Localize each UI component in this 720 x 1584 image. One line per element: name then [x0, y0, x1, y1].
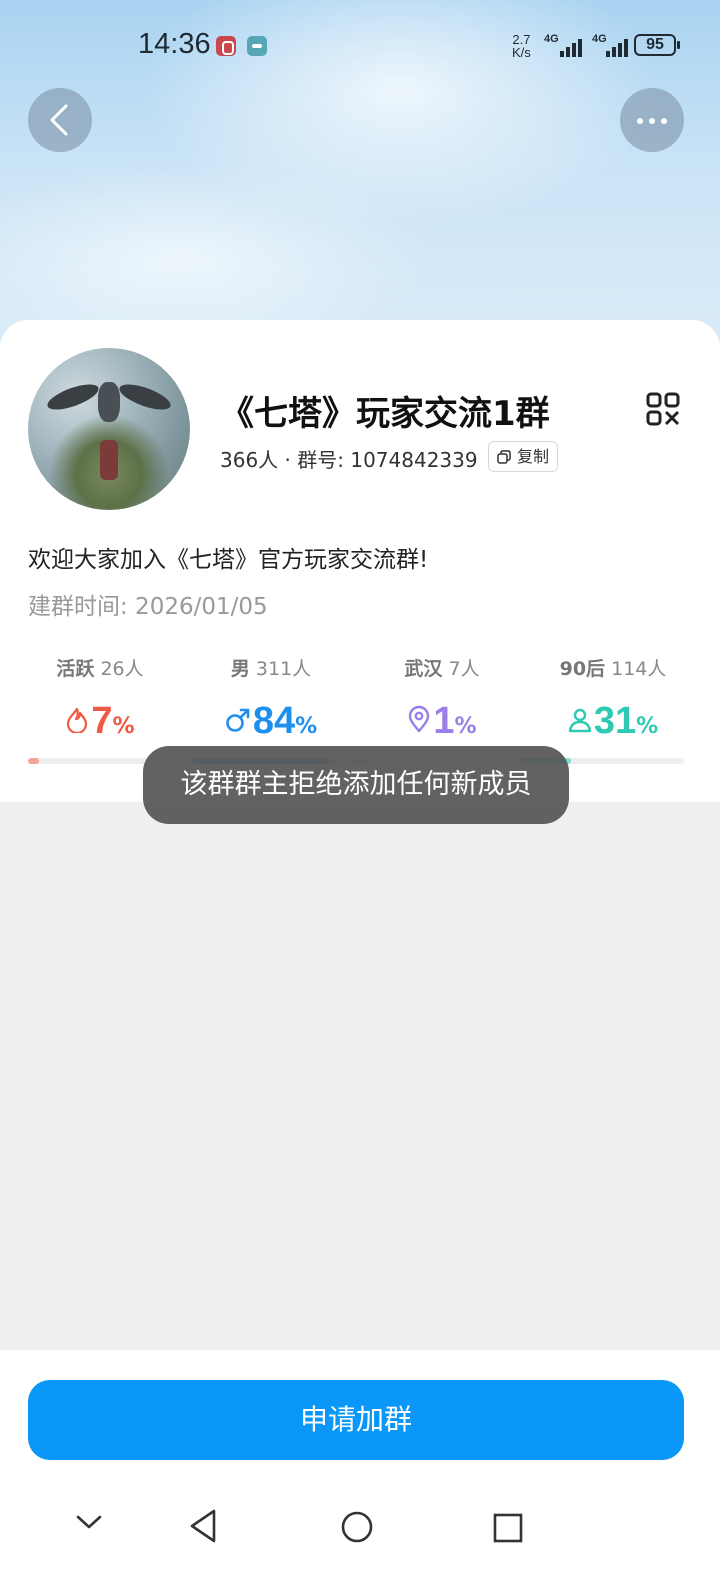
- nav-recents-icon[interactable]: [492, 1512, 524, 1544]
- stat-location: 武汉 7人 1%: [404, 658, 480, 742]
- group-description: 欢迎大家加入《七塔》官方玩家交流群!: [28, 547, 429, 573]
- group-name: 《七塔》玩家交流1群: [220, 394, 550, 434]
- group-info-card: 《七塔》玩家交流1群 366人 · 群号: 1074842339 复制 欢迎大家…: [0, 320, 720, 802]
- more-dots-icon: [637, 118, 643, 124]
- qr-code-icon[interactable]: [646, 392, 680, 426]
- app-notification-icon: [216, 36, 236, 56]
- join-group-button[interactable]: 申请加群: [28, 1380, 684, 1460]
- chevron-down-icon[interactable]: [74, 1510, 104, 1534]
- flame-icon: [67, 707, 88, 733]
- nav-back-icon[interactable]: [188, 1508, 220, 1544]
- stat-age: 90后 114人 31%: [559, 658, 667, 742]
- copy-icon: [497, 450, 511, 464]
- group-created-date: 建群时间: 2026/01/05: [28, 594, 268, 620]
- location-pin-icon: [409, 705, 430, 733]
- message-notification-icon: [247, 36, 267, 56]
- signal-icon: 4G: [592, 33, 636, 57]
- network-speed: 2.7 K/s: [512, 32, 531, 60]
- person-icon: [568, 708, 592, 733]
- stat-active: 活跃 26人 7%: [56, 658, 144, 742]
- chevron-left-icon: [50, 104, 68, 136]
- clock: 14:36: [138, 28, 211, 60]
- status-bar: 14:36 2.7 K/s 4G 4G 95: [0, 0, 720, 90]
- progress-segment: [28, 758, 40, 764]
- back-button[interactable]: [28, 88, 92, 152]
- stat-male: 男 311人 84%: [186, 654, 356, 742]
- group-meta: 366人 · 群号: 1074842339: [220, 448, 478, 472]
- male-icon: [226, 708, 250, 732]
- copy-button[interactable]: 复制: [488, 441, 558, 472]
- signal-icon: 4G: [544, 33, 588, 57]
- nav-home-icon[interactable]: [340, 1510, 374, 1544]
- bottom-action-area: 申请加群: [0, 1350, 720, 1584]
- group-avatar: [28, 348, 190, 510]
- toast-message: 该群群主拒绝添加任何新成员: [143, 746, 569, 824]
- more-button[interactable]: [620, 88, 684, 152]
- battery-icon: 95: [634, 34, 680, 56]
